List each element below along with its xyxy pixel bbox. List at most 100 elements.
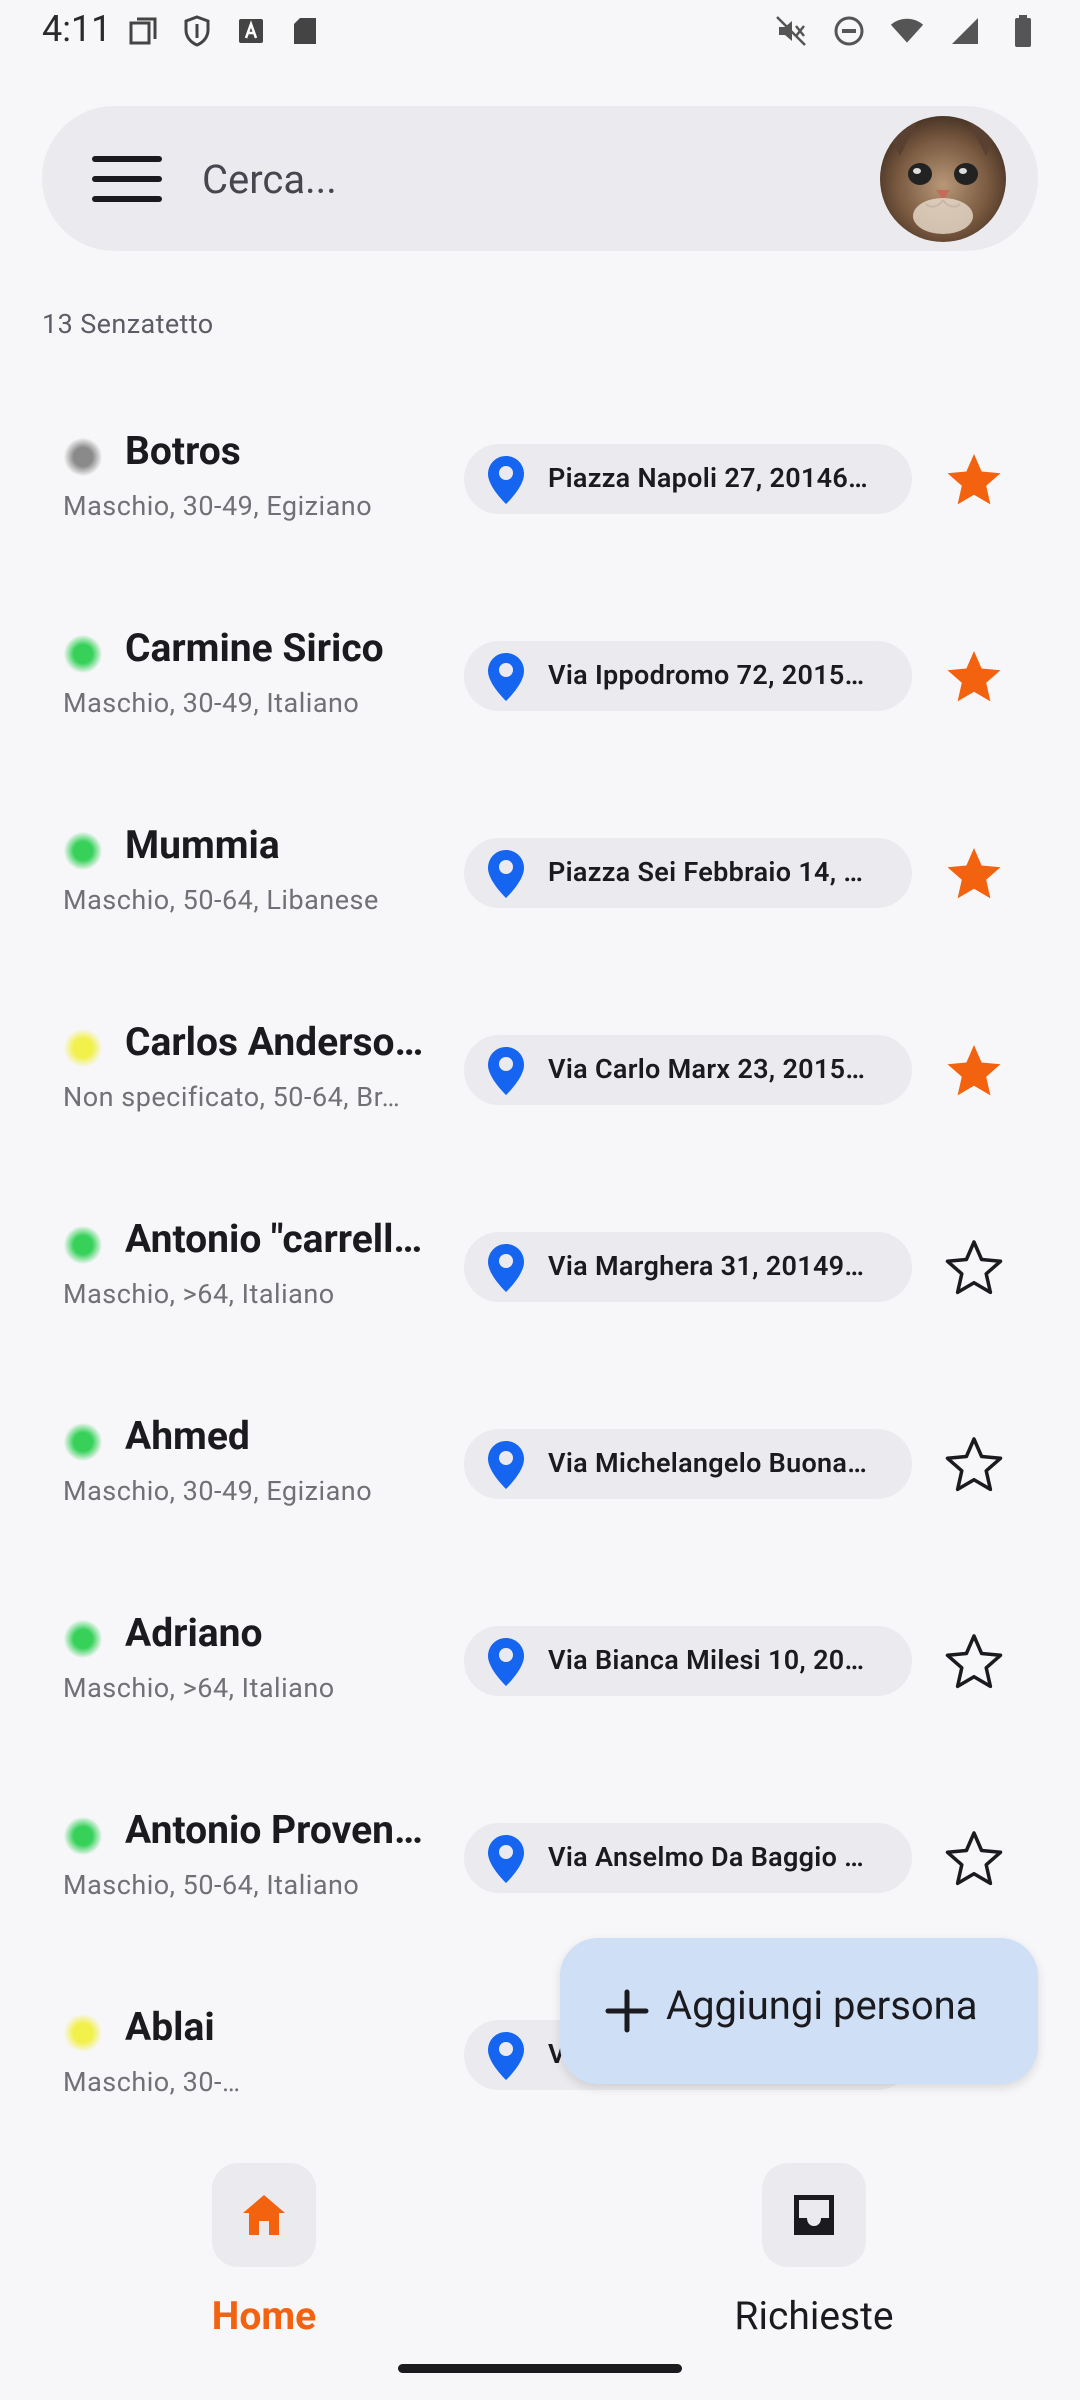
- person-details: Maschio, 50-64, Libanese: [63, 884, 379, 916]
- address-text: Via Anselmo Da Baggio …: [548, 1841, 865, 1873]
- person-name: Adriano: [125, 1610, 263, 1656]
- list-item[interactable]: Antonio "carrell… Maschio, >64, Italiano V…: [0, 1168, 1080, 1365]
- star-outline-icon[interactable]: [944, 1632, 1004, 1690]
- nav-home-label: Home: [211, 2293, 317, 2339]
- address-text: Via Ippodromo 72, 2015…: [548, 659, 865, 691]
- person-details: Non specificato, 50-64, Br…: [63, 1081, 401, 1113]
- status-indicator: [64, 1423, 102, 1461]
- person-name: Antonio "carrell…: [125, 1216, 423, 1262]
- status-indicator: [64, 635, 102, 673]
- star-outline-icon[interactable]: [944, 1829, 1004, 1887]
- location-pin-icon: [488, 850, 524, 898]
- person-details: Maschio, >64, Italiano: [63, 1672, 335, 1704]
- list-item[interactable]: Carmine Sirico Maschio, 30-49, Italiano Vi…: [0, 577, 1080, 774]
- list-item[interactable]: Adriano Maschio, >64, Italiano Via Bianca …: [0, 1562, 1080, 1759]
- person-name: Mummia: [125, 822, 280, 868]
- search-input[interactable]: [200, 146, 884, 212]
- nav-home[interactable]: Home: [124, 2143, 424, 2343]
- text-a-icon: [234, 14, 268, 48]
- location-pin-icon: [488, 1244, 524, 1292]
- person-name: Botros: [125, 428, 241, 474]
- inbox-icon: [794, 2195, 834, 2235]
- status-indicator: [64, 438, 102, 476]
- person-details: Maschio, 30-49, Egiziano: [63, 1475, 373, 1507]
- list-item[interactable]: Antonio Proven… Maschio, 50-64, Italiano V…: [0, 1759, 1080, 1956]
- star-filled-icon[interactable]: [944, 1041, 1004, 1099]
- nav-requests[interactable]: Richieste: [674, 2143, 974, 2343]
- avatar[interactable]: [880, 116, 1006, 242]
- person-name: Ahmed: [125, 1413, 250, 1459]
- do-not-disturb-icon: [832, 14, 866, 48]
- wifi-icon: [890, 14, 924, 48]
- nav-requests-label: Richieste: [734, 2293, 894, 2339]
- status-indicator: [64, 2014, 102, 2052]
- person-name: Ablai: [125, 2004, 215, 2050]
- person-details: Maschio, >64, Italiano: [63, 1278, 335, 1310]
- list-item[interactable]: Carlos Anderso… Non specificato, 50-64, B…: [0, 971, 1080, 1168]
- address-text: Via Michelangelo Buona…: [548, 1447, 868, 1479]
- list-item[interactable]: Botros Maschio, 30-49, Egiziano Piazza Nap…: [0, 380, 1080, 577]
- signal-icon: [948, 14, 982, 48]
- status-bar: 4:11: [0, 0, 1080, 64]
- star-outline-icon[interactable]: [944, 1238, 1004, 1296]
- person-details: Maschio, 30-49, Italiano: [63, 687, 360, 719]
- status-time: 4:11: [42, 8, 112, 50]
- location-pin-icon: [488, 1835, 524, 1883]
- person-name: Carmine Sirico: [125, 625, 384, 671]
- address-chip[interactable]: Via Carlo Marx 23, 2015…: [464, 1035, 912, 1105]
- person-details: Maschio, 30-…: [63, 2066, 241, 2098]
- star-filled-icon[interactable]: [944, 844, 1004, 902]
- plus-icon: [605, 1989, 649, 2033]
- star-outline-icon[interactable]: [944, 1435, 1004, 1493]
- address-chip[interactable]: Via Anselmo Da Baggio …: [464, 1823, 912, 1893]
- person-details: Maschio, 30-49, Egiziano: [63, 490, 373, 522]
- location-pin-icon: [488, 1047, 524, 1095]
- address-text: Via Bianca Milesi 10, 20…: [548, 1644, 865, 1676]
- sd-card-icon: [288, 14, 322, 48]
- screenshot-icon: [126, 14, 160, 48]
- shield-icon: [180, 14, 214, 48]
- home-icon: [243, 2195, 285, 2235]
- list-item[interactable]: Mummia Maschio, 50-64, Libanese Piazza Sei…: [0, 774, 1080, 971]
- address-text: Piazza Sei Febbraio 14, …: [548, 856, 864, 888]
- star-filled-icon[interactable]: [944, 647, 1004, 705]
- location-pin-icon: [488, 1638, 524, 1686]
- status-system-icons: [774, 14, 1040, 48]
- nav-requests-indicator: [762, 2163, 866, 2267]
- add-person-label: Aggiungi persona: [666, 1982, 978, 2029]
- star-filled-icon[interactable]: [944, 450, 1004, 508]
- gesture-handle: [398, 2364, 682, 2373]
- status-indicator: [64, 1817, 102, 1855]
- list-item[interactable]: Ahmed Maschio, 30-49, Egiziano Via Michela…: [0, 1365, 1080, 1562]
- address-text: Piazza Napoli 27, 20146…: [548, 462, 868, 494]
- address-chip[interactable]: Via Ippodromo 72, 2015…: [464, 641, 912, 711]
- status-indicator: [64, 832, 102, 870]
- address-chip[interactable]: Via Bianca Milesi 10, 20…: [464, 1626, 912, 1696]
- location-pin-icon: [488, 1441, 524, 1489]
- person-name: Antonio Proven…: [125, 1807, 423, 1853]
- address-chip[interactable]: Via Michelangelo Buona…: [464, 1429, 912, 1499]
- people-count: 13 Senzatetto: [42, 308, 214, 340]
- person-name: Carlos Anderso…: [125, 1019, 424, 1065]
- status-notification-icons: [126, 14, 322, 48]
- battery-icon: [1006, 14, 1040, 48]
- menu-icon[interactable]: [84, 152, 170, 206]
- address-chip[interactable]: Via Marghera 31, 20149…: [464, 1232, 912, 1302]
- location-pin-icon: [488, 653, 524, 701]
- status-indicator: [64, 1226, 102, 1264]
- address-text: Via Carlo Marx 23, 2015…: [548, 1053, 866, 1085]
- address-chip[interactable]: Piazza Napoli 27, 20146…: [464, 444, 912, 514]
- location-pin-icon: [488, 2032, 524, 2080]
- address-text: Via Marghera 31, 20149…: [548, 1250, 865, 1282]
- add-person-button[interactable]: Aggiungi persona: [560, 1938, 1038, 2084]
- address-chip[interactable]: Piazza Sei Febbraio 14, …: [464, 838, 912, 908]
- location-pin-icon: [488, 456, 524, 504]
- people-list: Botros Maschio, 30-49, Egiziano Piazza Nap…: [0, 380, 1080, 2125]
- bottom-navigation: Home Richieste: [0, 2125, 1080, 2400]
- mute-icon: [774, 14, 808, 48]
- status-indicator: [64, 1029, 102, 1067]
- person-details: Maschio, 50-64, Italiano: [63, 1869, 360, 1901]
- nav-home-indicator: [212, 2163, 316, 2267]
- status-indicator: [64, 1620, 102, 1658]
- search-bar: [42, 106, 1038, 251]
